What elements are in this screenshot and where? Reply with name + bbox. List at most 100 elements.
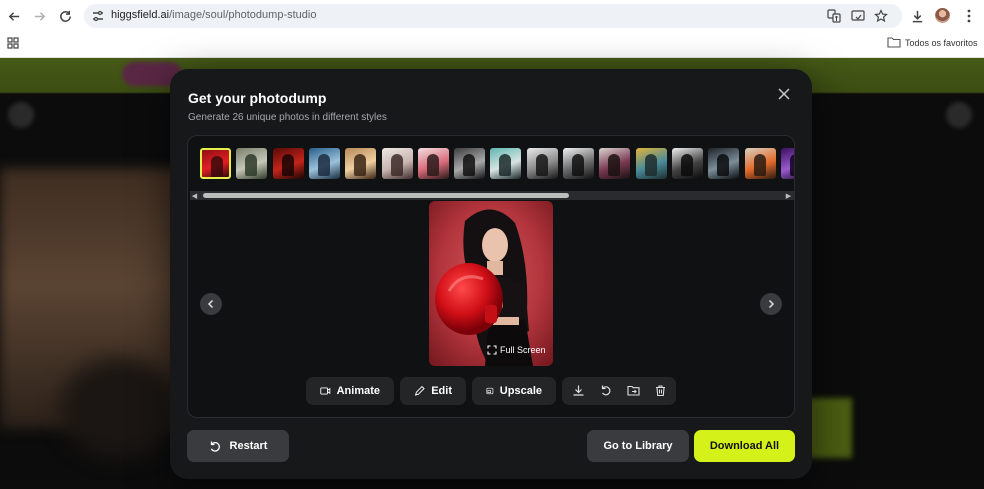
close-icon xyxy=(778,88,790,100)
thumbnail-figure xyxy=(572,154,584,176)
photodump-modal: Get your photodump Generate 26 unique ph… xyxy=(170,69,812,479)
url-path: /image/soul/photodump-studio xyxy=(169,9,317,21)
thumbnail-item[interactable] xyxy=(490,148,522,179)
edit-button[interactable]: Edit xyxy=(400,377,466,405)
video-icon xyxy=(320,387,331,395)
thumbnail-item[interactable] xyxy=(526,148,558,179)
upscale-icon xyxy=(486,387,494,395)
thumbnail-item[interactable] xyxy=(454,148,486,179)
thumbnail-item[interactable] xyxy=(708,148,740,179)
library-label: Go to Library xyxy=(603,440,673,452)
thumbnail-figure xyxy=(753,154,766,176)
thumbnail-figure xyxy=(281,154,294,176)
close-button[interactable] xyxy=(777,87,791,101)
go-to-library-button[interactable]: Go to Library xyxy=(587,430,689,462)
apps-grid-icon[interactable] xyxy=(7,37,19,49)
prev-photo-button[interactable] xyxy=(200,293,222,315)
fullscreen-label: Full Screen xyxy=(500,345,546,355)
folder-icon xyxy=(887,37,901,48)
modal-title: Get your photodump xyxy=(188,90,327,106)
pencil-icon xyxy=(414,385,425,396)
thumbnail-item[interactable] xyxy=(236,148,268,179)
url-text: higgsfield.ai/image/soul/photodump-studi… xyxy=(111,9,316,21)
star-icon[interactable] xyxy=(874,9,888,23)
thumbnail-item[interactable] xyxy=(417,148,449,179)
more-vert-icon[interactable] xyxy=(962,8,976,24)
download-icon xyxy=(912,10,922,22)
thumbnail-figure xyxy=(499,154,512,176)
url-domain: higgsfield.ai xyxy=(111,9,170,21)
redo-button[interactable] xyxy=(600,384,613,397)
thumbnail-figure xyxy=(680,154,693,176)
translate-icon[interactable] xyxy=(827,9,841,23)
thumbnail-figure xyxy=(608,154,621,176)
download-all-label: Download All xyxy=(709,440,780,452)
thumbnail-figure xyxy=(717,154,730,176)
bg-blur-shape xyxy=(8,102,34,128)
thumbnail-item[interactable] xyxy=(599,148,631,179)
thumbnail-item[interactable] xyxy=(744,148,776,179)
reload-button[interactable] xyxy=(55,6,75,26)
thumbnail-figure xyxy=(317,154,330,176)
bookmarks-bar xyxy=(0,32,984,58)
chevron-left-icon xyxy=(207,299,214,309)
upscale-button[interactable]: Upscale xyxy=(472,377,556,405)
thumbnail-scrollbar[interactable]: ◀ ▶ xyxy=(190,191,794,200)
thumbnail-figure xyxy=(211,156,223,177)
browser-toolbar: higgsfield.ai/image/soul/photodump-studi… xyxy=(0,0,984,32)
restart-icon xyxy=(210,441,220,452)
scroll-right-arrow[interactable]: ▶ xyxy=(784,191,793,200)
thumbnail-figure xyxy=(789,154,794,176)
thumbnail-figure xyxy=(644,154,657,176)
fullscreen-icon xyxy=(487,345,497,355)
downloads-button[interactable] xyxy=(907,6,927,26)
thumbnail-item[interactable] xyxy=(780,148,794,179)
cast-icon[interactable] xyxy=(851,9,865,23)
thumbnail-strip[interactable] xyxy=(200,148,794,180)
thumbnail-figure xyxy=(463,154,476,176)
tune-icon[interactable] xyxy=(91,9,105,23)
fullscreen-button[interactable]: Full Screen xyxy=(487,345,546,355)
thumbnail-item[interactable] xyxy=(272,148,304,179)
bg-blur-shape xyxy=(60,358,180,458)
delete-photo-button[interactable] xyxy=(654,384,667,397)
thumbnail-item[interactable] xyxy=(381,148,413,179)
upscale-label: Upscale xyxy=(499,385,542,397)
thumbnail-figure xyxy=(354,154,367,176)
scroll-left-arrow[interactable]: ◀ xyxy=(190,191,199,200)
address-bar[interactable]: higgsfield.ai/image/soul/photodump-studi… xyxy=(84,4,902,28)
next-photo-button[interactable] xyxy=(760,293,782,315)
animate-label: Animate xyxy=(336,385,380,397)
download-all-button[interactable]: Download All xyxy=(694,430,795,462)
boxing-photo-illustration xyxy=(429,201,553,366)
folder-move-icon xyxy=(627,385,640,396)
all-bookmarks-link[interactable]: Todos os favoritos xyxy=(905,38,978,48)
restart-label: Restart xyxy=(229,440,268,452)
main-photo[interactable] xyxy=(429,201,553,366)
thumbnail-figure xyxy=(245,154,258,176)
photo-panel: ◀ ▶ Full Screen Animate Edit Upscale xyxy=(187,135,795,418)
arrow-right-icon xyxy=(34,11,45,21)
trash-icon xyxy=(656,385,665,397)
scrollbar-thumb[interactable] xyxy=(203,193,569,198)
thumbnail-item[interactable] xyxy=(563,148,594,179)
thumbnail-figure xyxy=(426,154,439,176)
thumbnail-item[interactable] xyxy=(671,148,703,179)
arrow-left-icon xyxy=(8,11,19,21)
thumbnail-item[interactable] xyxy=(308,148,340,179)
forward-button[interactable] xyxy=(29,6,49,26)
photo-actions-group xyxy=(562,377,676,405)
thumbnail-item[interactable] xyxy=(635,148,667,179)
move-to-folder-button[interactable] xyxy=(627,384,640,397)
download-photo-button[interactable] xyxy=(572,384,585,397)
restart-button[interactable]: Restart xyxy=(187,430,289,462)
profile-avatar[interactable] xyxy=(935,8,950,23)
animate-button[interactable]: Animate xyxy=(306,377,394,405)
thumbnail-item[interactable] xyxy=(200,148,231,179)
redo-icon xyxy=(601,385,611,396)
thumbnail-figure xyxy=(535,154,548,176)
download-icon xyxy=(573,385,584,396)
thumbnail-item[interactable] xyxy=(345,148,377,179)
back-button[interactable] xyxy=(4,6,24,26)
edit-label: Edit xyxy=(431,385,452,397)
